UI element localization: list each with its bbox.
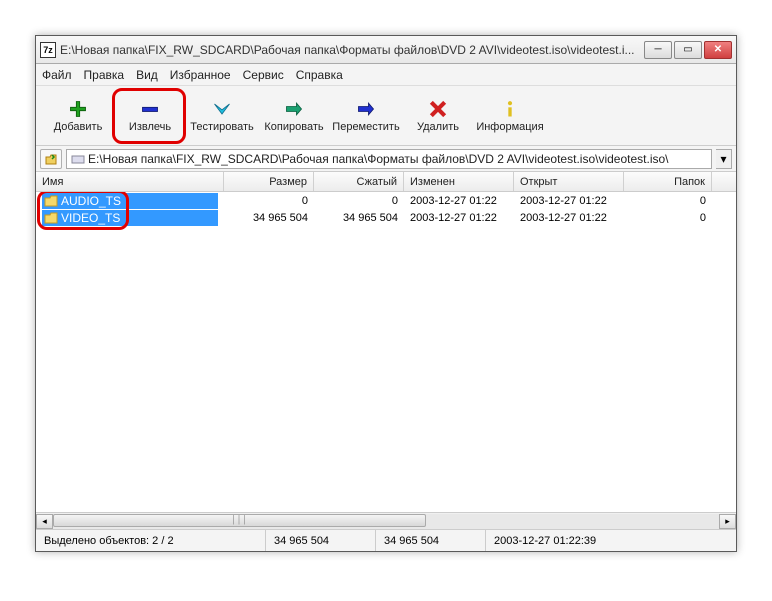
test-button[interactable]: Тестировать (186, 89, 258, 143)
extract-label: Извлечь (129, 121, 171, 133)
menubar: Файл Правка Вид Избранное Сервис Справка (36, 64, 736, 86)
cell-opened: 2003-12-27 01:22 (514, 212, 624, 224)
minimize-button[interactable]: ─ (644, 41, 672, 59)
table-row[interactable]: AUDIO_TS 0 0 2003-12-27 01:22 2003-12-27… (36, 192, 736, 209)
status-date: 2003-12-27 01:22:39 (486, 530, 736, 551)
cell-size: 34 965 504 (224, 212, 314, 224)
cell-size: 0 (224, 195, 314, 207)
window-controls: ─ ▭ ✕ (644, 41, 732, 59)
scroll-right-button[interactable]: ▸ (719, 514, 736, 529)
cell-packed: 34 965 504 (314, 212, 404, 224)
menu-edit[interactable]: Правка (84, 68, 125, 82)
menu-help[interactable]: Справка (296, 68, 343, 82)
plus-icon (66, 99, 90, 119)
up-button[interactable] (40, 149, 62, 169)
check-icon (210, 99, 234, 119)
titlebar[interactable]: 7z E:\Новая папка\FIX_RW_SDCARD\Рабочая … (36, 36, 736, 64)
scroll-thumb[interactable]: ׀׀׀ (53, 514, 426, 527)
add-label: Добавить (54, 121, 103, 133)
status-size: 34 965 504 (266, 530, 376, 551)
horizontal-scrollbar[interactable]: ◂ ׀׀׀ ▸ (36, 512, 736, 529)
delete-button[interactable]: Удалить (402, 89, 474, 143)
folder-up-icon (44, 152, 58, 166)
copy-label: Копировать (264, 121, 323, 133)
status-packed: 34 965 504 (376, 530, 486, 551)
delete-label: Удалить (417, 121, 459, 133)
delete-icon (426, 99, 450, 119)
close-button[interactable]: ✕ (704, 41, 732, 59)
window-title: E:\Новая папка\FIX_RW_SDCARD\Рабочая пап… (60, 43, 644, 57)
header-folders[interactable]: Папок (624, 172, 712, 191)
drive-icon (71, 153, 85, 165)
menu-favorites[interactable]: Избранное (170, 68, 231, 82)
column-headers: Имя Размер Сжатый Изменен Открыт Папок (36, 172, 736, 192)
app-icon: 7z (40, 42, 56, 58)
statusbar: Выделено объектов: 2 / 2 34 965 504 34 9… (36, 529, 736, 551)
scroll-track[interactable]: ׀׀׀ (53, 514, 719, 529)
move-arrow-icon (354, 99, 378, 119)
info-label: Информация (476, 121, 543, 133)
file-list[interactable]: AUDIO_TS 0 0 2003-12-27 01:22 2003-12-27… (36, 192, 736, 512)
header-name[interactable]: Имя (36, 172, 224, 191)
cell-folders: 0 (624, 195, 712, 207)
address-input[interactable]: E:\Новая папка\FIX_RW_SDCARD\Рабочая пап… (66, 149, 712, 169)
info-icon (498, 99, 522, 119)
maximize-button[interactable]: ▭ (674, 41, 702, 59)
cell-opened: 2003-12-27 01:22 (514, 195, 624, 207)
cell-modified: 2003-12-27 01:22 (404, 195, 514, 207)
info-button[interactable]: Информация (474, 89, 546, 143)
status-selected: Выделено объектов: 2 / 2 (36, 530, 266, 551)
addressbar: E:\Новая папка\FIX_RW_SDCARD\Рабочая пап… (36, 146, 736, 172)
minus-icon (138, 99, 162, 119)
scroll-left-button[interactable]: ◂ (36, 514, 53, 529)
extract-button[interactable]: Извлечь (114, 89, 186, 143)
move-button[interactable]: Переместить (330, 89, 402, 143)
menu-tools[interactable]: Сервис (243, 68, 284, 82)
address-text: E:\Новая папка\FIX_RW_SDCARD\Рабочая пап… (88, 152, 669, 166)
file-name: AUDIO_TS (61, 194, 121, 208)
menu-view[interactable]: Вид (136, 68, 158, 82)
address-dropdown[interactable]: ▾ (716, 149, 732, 169)
toolbar: Добавить Извлечь Тестировать Копировать … (36, 86, 736, 146)
header-opened[interactable]: Открыт (514, 172, 624, 191)
header-size[interactable]: Размер (224, 172, 314, 191)
menu-file[interactable]: Файл (42, 68, 72, 82)
folder-icon (44, 212, 58, 224)
test-label: Тестировать (190, 121, 254, 133)
move-label: Переместить (332, 121, 399, 133)
cell-packed: 0 (314, 195, 404, 207)
cell-modified: 2003-12-27 01:22 (404, 212, 514, 224)
cell-folders: 0 (624, 212, 712, 224)
file-name: VIDEO_TS (61, 211, 120, 225)
table-row[interactable]: VIDEO_TS 34 965 504 34 965 504 2003-12-2… (36, 209, 736, 226)
header-packed[interactable]: Сжатый (314, 172, 404, 191)
main-window: 7z E:\Новая папка\FIX_RW_SDCARD\Рабочая … (35, 35, 737, 552)
folder-icon (44, 195, 58, 207)
add-button[interactable]: Добавить (42, 89, 114, 143)
copy-arrow-icon (282, 99, 306, 119)
copy-button[interactable]: Копировать (258, 89, 330, 143)
header-modified[interactable]: Изменен (404, 172, 514, 191)
